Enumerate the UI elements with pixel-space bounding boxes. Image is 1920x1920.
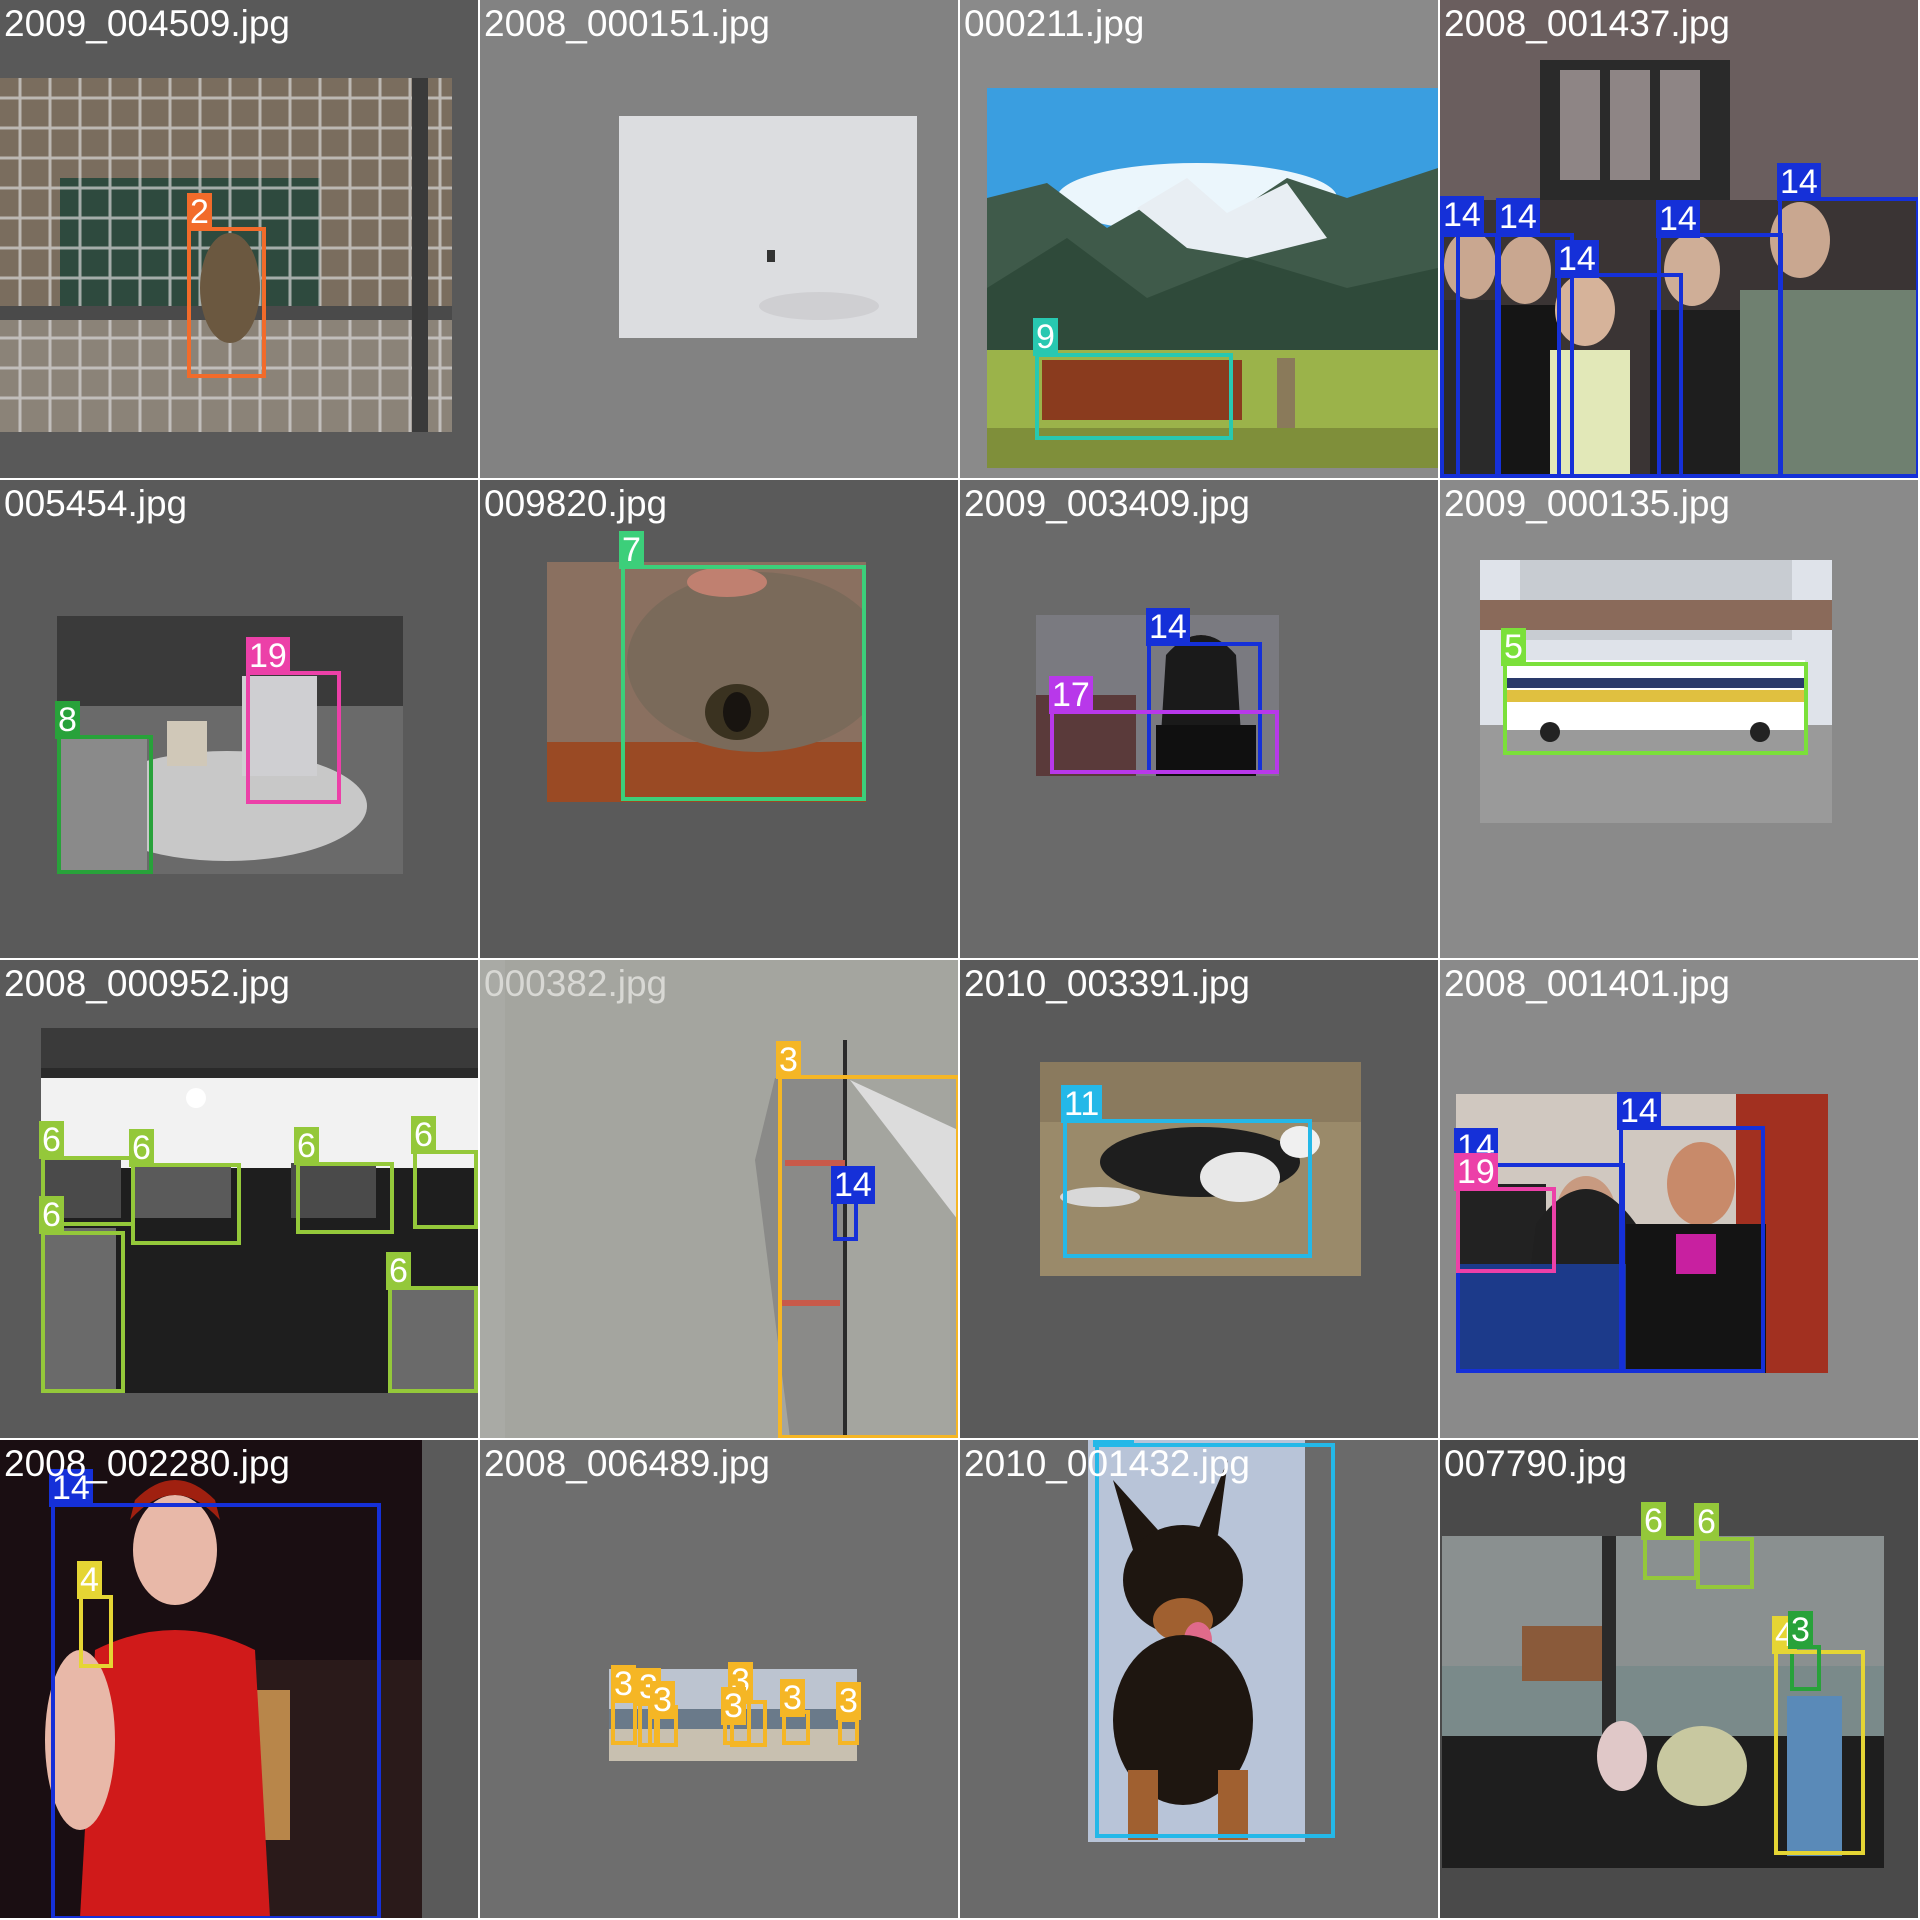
class-label: 19 <box>1454 1153 1498 1191</box>
class-label: 14 <box>1656 200 1700 238</box>
detection-box <box>1095 1443 1335 1838</box>
class-label: 3 <box>650 1681 675 1719</box>
class-label: 11 <box>1093 1440 1135 1447</box>
class-label: 3 <box>611 1665 636 1703</box>
image-filename: 2008_001401.jpg <box>1444 963 1731 1004</box>
class-label: 6 <box>411 1116 436 1154</box>
image-filename: 2008_000151.jpg <box>484 3 771 44</box>
class-label: 7 <box>619 531 644 569</box>
detection-box <box>833 1200 858 1241</box>
mosaic-tile: 11 2010_001432.jpg <box>960 1440 1438 1918</box>
image-filename: 005454.jpg <box>4 483 188 524</box>
class-label: 3 <box>780 1679 805 1717</box>
mosaic-tile: 6 6 6 6 6 6 2008_000952.jpg <box>0 960 478 1438</box>
class-label: 8 <box>55 701 80 739</box>
class-label: 6 <box>39 1196 64 1234</box>
detection-box <box>131 1163 241 1245</box>
class-label: 9 <box>1033 318 1058 356</box>
mosaic-tile: 14 4 2008_002280.jpg <box>0 1440 478 1918</box>
detection-box <box>246 671 341 804</box>
image-filename: 2010_003391.jpg <box>964 963 1251 1004</box>
class-label: 11 <box>1061 1085 1103 1123</box>
class-label: 6 <box>1641 1502 1666 1540</box>
detection-box <box>1050 710 1279 774</box>
class-label: 19 <box>246 637 290 675</box>
class-label: 3 <box>836 1682 861 1720</box>
class-label: 5 <box>1501 628 1526 666</box>
class-label: 4 <box>77 1561 102 1599</box>
class-label: 17 <box>1049 676 1093 714</box>
class-label: 6 <box>129 1129 154 1167</box>
class-label: 3 <box>776 1041 801 1079</box>
image-filename: 009820.jpg <box>484 483 668 524</box>
image-filename: 000211.jpg <box>964 3 1145 44</box>
mosaic-tile: 9 000211.jpg <box>960 0 1438 478</box>
detection-box <box>79 1595 113 1668</box>
class-label: 6 <box>1694 1503 1719 1541</box>
detection-box <box>1778 197 1918 478</box>
class-label: 14 <box>1777 163 1821 201</box>
mosaic-grid: 2 2009_004509.jpg 0 2008_000151.jpg <box>0 0 1920 1920</box>
image-filename: 2009_003409.jpg <box>964 483 1251 524</box>
photo-snow <box>619 116 917 338</box>
class-label: 14 <box>1555 240 1599 278</box>
image-filename: 2009_004509.jpg <box>4 3 291 44</box>
image-filename: 2008_006489.jpg <box>484 1443 771 1484</box>
detection-box <box>413 1150 478 1229</box>
mosaic-tile: 3 3 3 3 3 3 3 3 2008_006489.jpg <box>480 1440 958 1918</box>
class-label: 6 <box>39 1121 64 1159</box>
class-label: 6 <box>294 1127 319 1165</box>
detection-box <box>1035 353 1233 440</box>
mosaic-tile: 6 6 4 3 007790.jpg <box>1440 1440 1918 1918</box>
detection-box <box>1696 1537 1754 1589</box>
detection-box <box>57 735 153 874</box>
class-label: 3 <box>721 1687 746 1725</box>
mosaic-tile: 14 14 14 14 14 14 2008_001437.jpg <box>1440 0 1918 478</box>
mosaic-tile: 11 2010_003391.jpg <box>960 960 1438 1438</box>
class-label: 14 <box>1496 198 1540 236</box>
detection-box <box>1456 1187 1556 1273</box>
class-label: 2 <box>187 193 212 231</box>
mosaic-tile: 14 14 19 2008_001401.jpg <box>1440 960 1918 1438</box>
detection-box <box>621 565 866 801</box>
class-label: 14 <box>831 1166 875 1204</box>
class-label: 14 <box>49 1469 93 1507</box>
detection-box <box>778 1075 958 1438</box>
detection-box <box>388 1286 478 1393</box>
mosaic-tile: 19 8 005454.jpg <box>0 480 478 958</box>
detection-box <box>1440 233 1460 478</box>
detection-box <box>1063 1119 1312 1258</box>
detection-box <box>1643 1536 1698 1580</box>
detection-box <box>611 1697 637 1745</box>
class-label: 14 <box>1440 196 1484 234</box>
class-label: 3 <box>1788 1611 1813 1649</box>
detection-box <box>187 227 266 378</box>
mosaic-tile: 2 2009_004509.jpg <box>0 0 478 478</box>
detection-box <box>1503 662 1808 755</box>
class-label: 14 <box>1146 608 1190 646</box>
class-label: 6 <box>386 1252 411 1290</box>
detection-box <box>296 1162 394 1234</box>
image-filename: 007790.jpg <box>1444 1443 1628 1484</box>
mosaic-tile: 14 17 2009_003409.jpg <box>960 480 1438 958</box>
mosaic-tile: 7 009820.jpg <box>480 480 958 958</box>
class-label: 14 <box>1617 1092 1661 1130</box>
mosaic-tile: 0 2008_000151.jpg <box>480 0 958 478</box>
mosaic-tile: 3 14 000382.jpg <box>480 960 958 1438</box>
detection-box <box>1619 1126 1765 1373</box>
detection-box <box>838 1718 859 1745</box>
detection-box <box>1657 233 1783 478</box>
detection-box <box>41 1231 125 1393</box>
mosaic-tile: 5 2009_000135.jpg <box>1440 480 1918 958</box>
image-filename: 2008_000952.jpg <box>4 963 291 1004</box>
image-filename: 2009_000135.jpg <box>1444 483 1731 524</box>
